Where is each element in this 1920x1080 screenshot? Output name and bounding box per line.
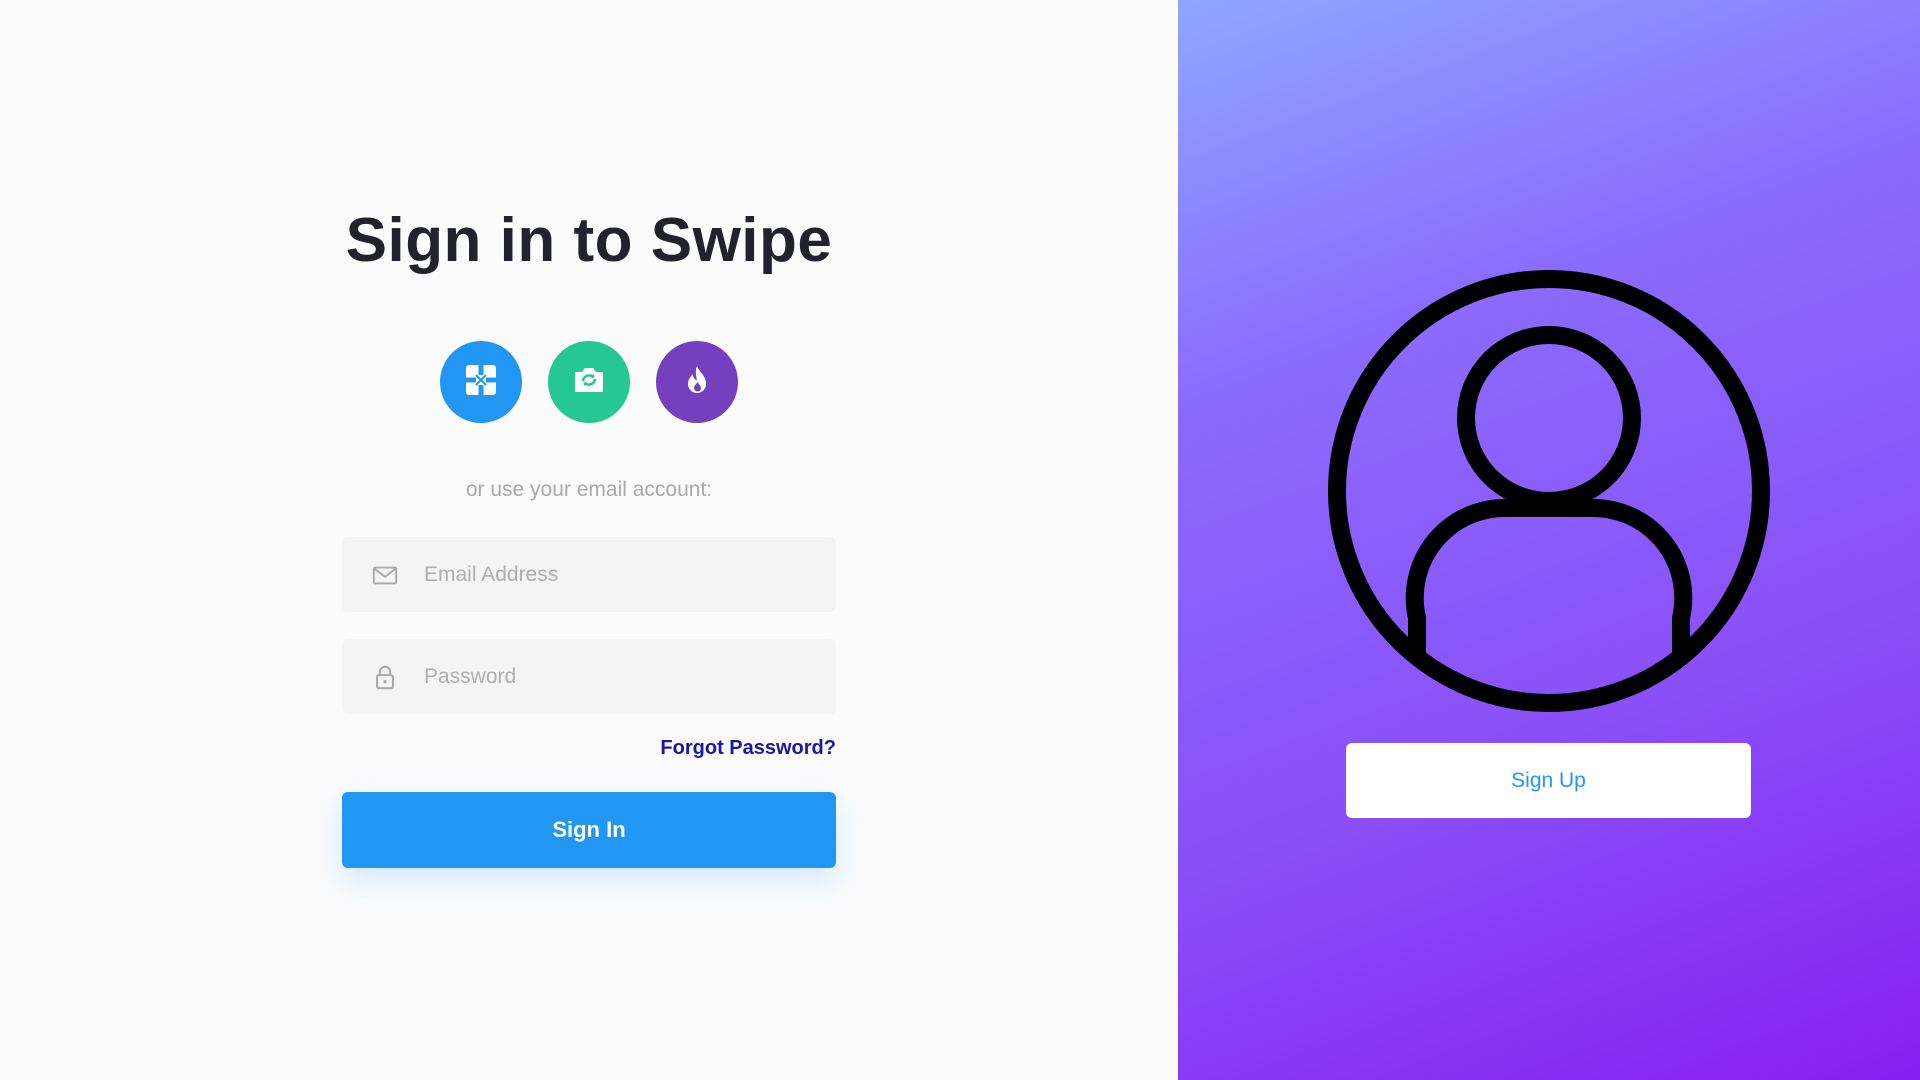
- email-login-hint: or use your email account:: [465, 478, 713, 501]
- page-title: Sign in to Swipe: [345, 206, 833, 275]
- camera-icon: [571, 362, 607, 403]
- signin-panel: Sign in to Swipe or use your email accou…: [0, 0, 1178, 1080]
- social-login-button-1[interactable]: [440, 341, 522, 423]
- lock-icon: [370, 662, 400, 692]
- social-login-button-3[interactable]: [656, 341, 738, 423]
- mail-icon: [370, 560, 400, 590]
- forgot-password-link[interactable]: Forgot Password?: [660, 737, 836, 760]
- flame-icon: [679, 362, 715, 403]
- password-field: [342, 639, 836, 714]
- cross-square-icon: [463, 362, 499, 403]
- email-field: [342, 537, 836, 612]
- email-input[interactable]: [424, 554, 824, 595]
- social-login-row: [440, 341, 738, 423]
- user-circle-icon: [1326, 268, 1772, 714]
- sign-up-button[interactable]: Sign Up: [1346, 743, 1751, 818]
- sign-in-button[interactable]: Sign In: [342, 792, 836, 868]
- password-input[interactable]: [424, 656, 824, 697]
- social-login-button-2[interactable]: [548, 341, 630, 423]
